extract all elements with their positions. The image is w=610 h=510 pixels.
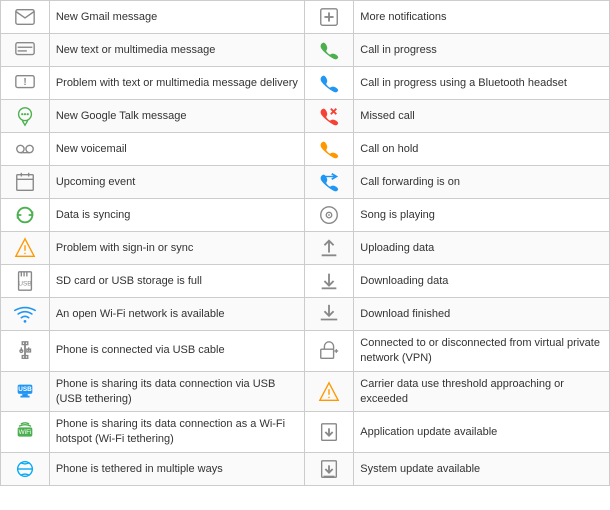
table-row: New Gmail message More notifications — [1, 1, 610, 34]
left-text-cell: Problem with text or multimedia message … — [49, 67, 305, 100]
right-text-cell: Call forwarding is on — [354, 166, 610, 199]
right-icon-cell — [305, 371, 354, 412]
right-icon-cell — [305, 331, 354, 372]
right-icon-cell — [305, 298, 354, 331]
left-text-cell: Data is syncing — [49, 199, 305, 232]
left-icon-cell — [1, 100, 50, 133]
left-icon-cell — [1, 133, 50, 166]
right-icon-cell — [305, 100, 354, 133]
left-text-cell: Phone is sharing its data connection as … — [49, 412, 305, 453]
left-text-cell: Phone is tethered in multiple ways — [49, 453, 305, 486]
table-row: WiFi Phone is sharing its data connectio… — [1, 412, 610, 453]
left-text-cell: Problem with sign-in or sync — [49, 232, 305, 265]
left-text-cell: New Gmail message — [49, 1, 305, 34]
table-row: An open Wi-Fi network is available Downl… — [1, 298, 610, 331]
table-row: USB Phone is sharing its data connection… — [1, 371, 610, 412]
left-text-cell: Upcoming event — [49, 166, 305, 199]
table-row: Phone is tethered in multiple ways Syste… — [1, 453, 610, 486]
left-icon-cell — [1, 199, 50, 232]
right-icon-cell — [305, 67, 354, 100]
table-row: Phone is connected via USB cable Connect… — [1, 331, 610, 372]
right-icon-cell — [305, 265, 354, 298]
table-row: New Google Talk message Missed call — [1, 100, 610, 133]
right-icon-cell — [305, 232, 354, 265]
left-icon-cell — [1, 232, 50, 265]
right-icon-cell — [305, 34, 354, 67]
left-icon-cell — [1, 331, 50, 372]
svg-text:!: ! — [23, 77, 26, 88]
right-icon-cell — [305, 453, 354, 486]
left-icon-cell: ! — [1, 67, 50, 100]
right-icon-cell — [305, 166, 354, 199]
right-text-cell: System update available — [354, 453, 610, 486]
left-icon-cell — [1, 34, 50, 67]
svg-text:USB: USB — [18, 386, 32, 393]
svg-text:USB: USB — [18, 281, 31, 288]
right-text-cell: Call on hold — [354, 133, 610, 166]
left-icon-cell — [1, 1, 50, 34]
left-text-cell: SD card or USB storage is full — [49, 265, 305, 298]
left-icon-cell — [1, 166, 50, 199]
left-icon-cell: USB — [1, 265, 50, 298]
table-row: ! Problem with text or multimedia messag… — [1, 67, 610, 100]
svg-text:WiFi: WiFi — [19, 429, 32, 436]
right-text-cell: Song is playing — [354, 199, 610, 232]
left-text-cell: Phone is sharing its data connection via… — [49, 371, 305, 412]
table-row: New text or multimedia message Call in p… — [1, 34, 610, 67]
table-row: Upcoming event Call forwarding is on — [1, 166, 610, 199]
left-text-cell: Phone is connected via USB cable — [49, 331, 305, 372]
left-text-cell: New text or multimedia message — [49, 34, 305, 67]
left-text-cell: New voicemail — [49, 133, 305, 166]
left-icon-cell: USB — [1, 371, 50, 412]
table-row: Problem with sign-in or sync Uploading d… — [1, 232, 610, 265]
right-text-cell: Application update available — [354, 412, 610, 453]
right-text-cell: Uploading data — [354, 232, 610, 265]
right-icon-cell — [305, 199, 354, 232]
right-text-cell: Connected to or disconnected from virtua… — [354, 331, 610, 372]
left-icon-cell — [1, 453, 50, 486]
right-text-cell: Downloading data — [354, 265, 610, 298]
left-text-cell: New Google Talk message — [49, 100, 305, 133]
right-text-cell: Carrier data use threshold approaching o… — [354, 371, 610, 412]
right-icon-cell — [305, 133, 354, 166]
left-icon-cell: WiFi — [1, 412, 50, 453]
table-row: New voicemail Call on hold — [1, 133, 610, 166]
right-text-cell: Missed call — [354, 100, 610, 133]
right-text-cell: Call in progress using a Bluetooth heads… — [354, 67, 610, 100]
table-row: USB SD card or USB storage is full Downl… — [1, 265, 610, 298]
left-text-cell: An open Wi-Fi network is available — [49, 298, 305, 331]
right-icon-cell — [305, 1, 354, 34]
right-text-cell: Call in progress — [354, 34, 610, 67]
right-icon-cell — [305, 412, 354, 453]
right-text-cell: Download finished — [354, 298, 610, 331]
table-row: Data is syncing Song is playing — [1, 199, 610, 232]
right-text-cell: More notifications — [354, 1, 610, 34]
notification-icons-table: New Gmail message More notifications New… — [0, 0, 610, 486]
left-icon-cell — [1, 298, 50, 331]
